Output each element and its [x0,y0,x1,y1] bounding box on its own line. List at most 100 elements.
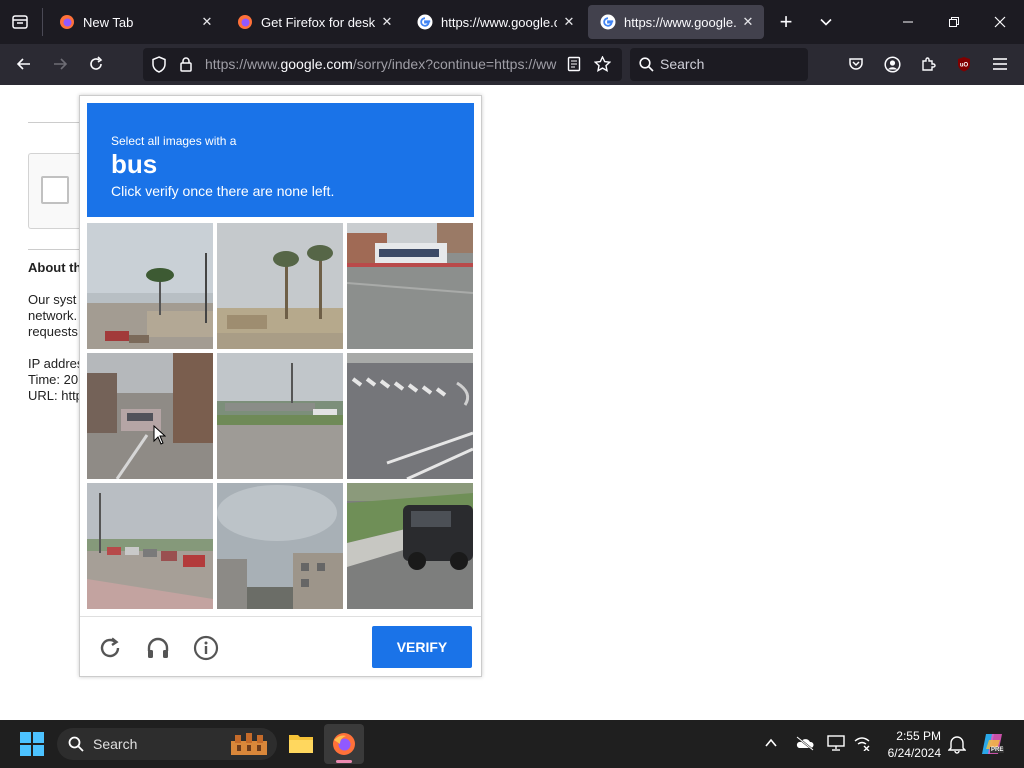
restore-icon[interactable] [938,6,970,38]
captcha-tile-2[interactable] [217,223,343,349]
parked-cars-scene-image [87,353,213,479]
google-icon [600,14,616,30]
road-parking-scene-image [217,353,343,479]
display-icon[interactable] [827,735,845,756]
forward-icon[interactable] [44,48,76,80]
search-highlight-icon [229,731,269,762]
back-icon[interactable] [8,48,40,80]
close-tab-icon[interactable]: ✕ [195,10,219,34]
paragraph-line: network. [28,308,78,323]
tab-google-active[interactable]: https://www.google.com ✕ [588,5,764,39]
firefox-taskbar-button[interactable] [324,724,364,764]
time-line: Time: 20 [28,372,79,387]
chevron-up-icon[interactable] [764,736,778,755]
reload-icon[interactable] [80,48,112,80]
close-tab-icon[interactable]: ✕ [736,10,760,34]
minimize-icon[interactable] [892,6,924,38]
captcha-tile-7[interactable] [87,483,213,609]
shield-icon[interactable] [151,56,167,78]
pocket-icon[interactable] [840,48,872,80]
ublock-origin-icon[interactable]: uO [948,48,980,80]
search-placeholder: Search [660,56,705,72]
street-cars-scene-image [87,483,213,609]
tab-title: https://www.google.com [624,14,736,30]
bookmark-star-icon[interactable] [593,55,612,77]
palm-trees-scene-image [217,223,343,349]
bus-intersection-scene-image [347,223,473,349]
copilot-icon[interactable]: PRE [980,731,1006,762]
onedrive-offline-icon[interactable] [795,735,815,756]
clock-date[interactable]: 6/24/2024 [888,746,941,760]
request-info: IP addres Time: 20 URL: http [28,356,83,404]
url-suffix: /sorry/index?continue=https://ww [352,56,557,72]
tab-get-firefox[interactable]: Get Firefox for desktop ✕ [225,5,403,39]
windows-start-icon[interactable] [20,732,44,761]
network-disconnected-icon[interactable] [853,735,871,756]
captcha-instructions: Select all images with a bus Click verif… [87,103,474,217]
recaptcha-checkbox[interactable] [41,176,69,204]
tab-new-tab[interactable]: New Tab ✕ [47,5,223,39]
sky-buildings-scene-image [217,483,343,609]
captcha-footer-divider [80,616,481,617]
firefox-view-icon[interactable] [4,6,36,38]
reader-view-icon[interactable] [567,56,581,77]
headphones-audio-icon[interactable] [142,632,174,664]
captcha-tile-3[interactable] [347,223,473,349]
list-all-tabs-icon[interactable] [810,6,842,38]
tab-title: https://www.google.com [441,14,557,30]
taskbar-search-box[interactable]: Search [57,728,277,760]
suv-street-scene-image [347,483,473,609]
instruction-text: Select all images with a [111,134,237,148]
taskbar: Search 2:55 PM 6/24/2024 PRE [0,720,1024,768]
firefox-icon [59,14,75,30]
notifications-bell-icon[interactable] [947,734,967,759]
google-icon [417,14,433,30]
svg-text:uO: uO [960,63,969,69]
url-line: URL: http [28,388,83,403]
nav-toolbar: https://www.google.com/sorry/index?conti… [0,44,1024,85]
captcha-tile-8[interactable] [217,483,343,609]
instruction-subtext: Click verify once there are none left. [111,183,335,199]
target-object-label: bus [111,149,158,179]
divider [42,8,43,36]
clock-time[interactable]: 2:55 PM [896,729,941,743]
captcha-tile-1[interactable] [87,223,213,349]
tab-title: Get Firefox for desktop [261,14,375,30]
captcha-tile-9[interactable] [347,483,473,609]
account-icon[interactable] [876,48,908,80]
paragraph-line: Our syst [28,292,77,307]
search-icon [68,736,84,757]
extensions-icon[interactable] [912,48,944,80]
tab-google-1[interactable]: https://www.google.com ✕ [405,5,585,39]
captcha-tile-5[interactable] [217,353,343,479]
palm-street-scene-image [87,223,213,349]
url-domain: google.com [280,56,353,72]
copilot-badge: PRE [990,747,1005,753]
url-prefix: https://www. [205,56,281,72]
file-explorer-icon[interactable] [288,732,314,759]
new-tab-button[interactable]: + [770,6,802,38]
mouse-cursor-icon [153,424,167,450]
captcha-challenge-popup: Select all images with a bus Click verif… [79,95,482,677]
close-tab-icon[interactable]: ✕ [375,10,399,34]
url-text[interactable]: https://www.google.com/sorry/index?conti… [205,56,559,72]
close-tab-icon[interactable]: ✕ [557,10,581,34]
search-icon [639,57,654,77]
tab-strip: New Tab ✕ Get Firefox for desktop ✕ http… [0,0,1024,44]
close-window-icon[interactable] [984,6,1016,38]
reload-challenge-icon[interactable] [94,632,126,664]
about-paragraph: Our syst network. requests [28,292,78,340]
firefox-icon [333,733,355,755]
info-icon[interactable] [190,632,222,664]
verify-button[interactable]: VERIFY [372,626,472,668]
url-bar[interactable]: https://www.google.com/sorry/index?conti… [143,48,622,81]
menu-icon[interactable] [984,48,1016,80]
lock-icon[interactable] [179,56,193,77]
ip-address-line: IP addres [28,356,84,371]
tab-title: New Tab [83,14,134,30]
active-app-indicator [336,760,352,763]
search-bar[interactable]: Search [630,48,808,81]
captcha-tile-6[interactable] [347,353,473,479]
captcha-tile-4[interactable] [87,353,213,479]
firefox-icon [237,14,253,30]
